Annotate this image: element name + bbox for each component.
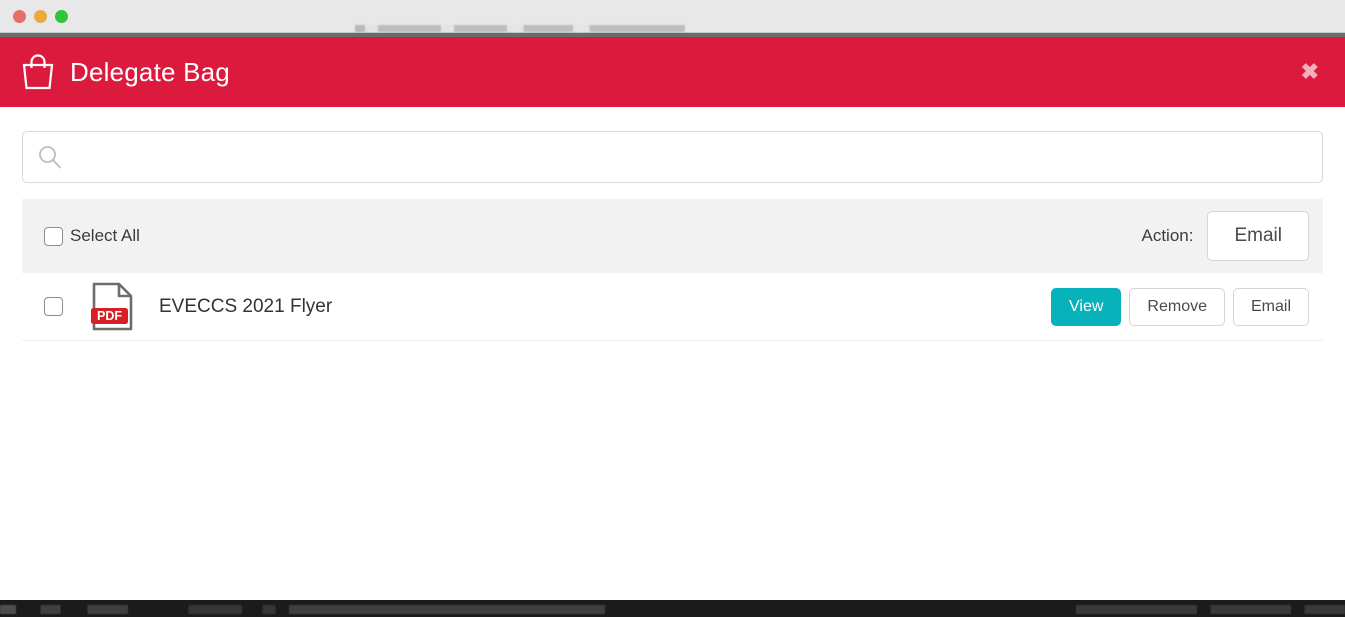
pdf-badge-text: PDF (97, 309, 122, 323)
action-label: Action: (1141, 226, 1194, 245)
select-all-label: Select All (70, 226, 140, 245)
search-box[interactable] (22, 131, 1323, 183)
modal-header: Delegate Bag ✖ (0, 37, 1345, 107)
bottom-taskbar-strip (0, 600, 1345, 617)
select-all-checkbox[interactable] (44, 226, 63, 246)
background-chrome-blur (355, 25, 685, 32)
app-root: Delegate Bag ✖ Select All Action: Email (0, 0, 1345, 617)
pdf-file-icon: PDF (91, 282, 133, 331)
taskbar-blur-content (0, 605, 1345, 614)
search-input[interactable] (63, 132, 1322, 182)
search-icon (39, 146, 61, 169)
window-maximize-dot[interactable] (55, 10, 68, 23)
file-name: EVECCS 2021 Flyer (159, 295, 333, 317)
traffic-light-group (13, 10, 68, 23)
close-icon[interactable]: ✖ (1295, 57, 1325, 87)
window-close-dot[interactable] (13, 10, 26, 23)
row-action-group: View Remove Email (1051, 287, 1309, 326)
view-button[interactable]: View (1051, 287, 1122, 326)
shopping-bag-icon (22, 54, 54, 90)
row-select-checkbox[interactable] (44, 297, 63, 316)
table-row: PDF EVECCS 2021 Flyer View Remove Email (22, 273, 1323, 341)
bulk-email-button[interactable]: Email (1207, 211, 1309, 261)
window-minimize-dot[interactable] (34, 10, 47, 23)
toolbar-action-group: Action: Email (1141, 211, 1309, 261)
email-button[interactable]: Email (1232, 287, 1309, 326)
remove-button[interactable]: Remove (1129, 287, 1225, 326)
file-list: PDF EVECCS 2021 Flyer View Remove Email (22, 273, 1323, 341)
list-toolbar: Select All Action: Email (22, 199, 1323, 273)
select-all-group[interactable]: Select All (44, 226, 140, 246)
page-title: Delegate Bag (70, 56, 230, 87)
search-container (22, 131, 1323, 183)
modal-body: Select All Action: Email PDF EVECCS 2021… (0, 107, 1345, 600)
